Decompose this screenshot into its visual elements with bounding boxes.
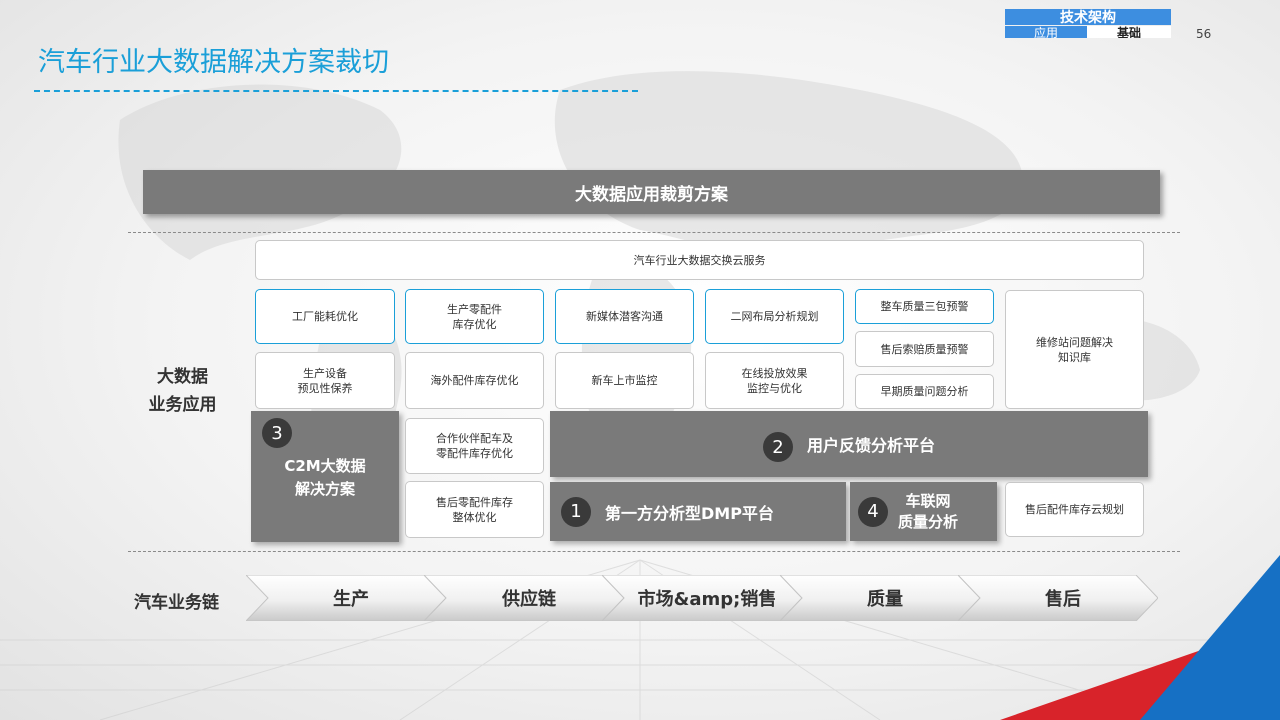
card-label: 海外配件库存优化 xyxy=(430,374,519,387)
card-warranty-warning: 整车质量三包预警 xyxy=(855,289,994,324)
card-label: 生产零配件 库存优化 xyxy=(447,302,502,331)
card-label: 在线投放效果 监控与优化 xyxy=(741,366,808,395)
card-claims-warning: 售后索赔质量预警 xyxy=(855,331,994,367)
card-aftersale-cloud: 售后配件库存云规划 xyxy=(1005,482,1144,537)
chain-step-label: 供应链 xyxy=(502,589,556,610)
business-chain-label: 汽车业务链 xyxy=(134,593,219,613)
chain-step-label: 市场&amp;销售 xyxy=(637,589,777,610)
platform-user-feedback: 2 用户反馈分析平台 xyxy=(550,411,1148,477)
card-label: 新媒体潜客沟通 xyxy=(586,310,663,323)
card-early-quality: 早期质量问题分析 xyxy=(855,374,994,409)
badge-number-2: 2 xyxy=(762,432,793,462)
card-new-car-monitor: 新车上市监控 xyxy=(555,352,694,409)
page-number: 56 xyxy=(1196,27,1212,41)
card-aftersale-parts: 售后零配件库存 整体优化 xyxy=(405,481,544,538)
card-parts-inventory: 生产零配件 库存优化 xyxy=(405,289,544,344)
subtag-foundation[interactable]: 基础 xyxy=(1088,26,1171,38)
card-new-media: 新媒体潜客沟通 xyxy=(555,289,694,344)
card-label: 售后索赔质量预警 xyxy=(880,342,969,356)
card-label: 售后零配件库存 整体优化 xyxy=(436,495,513,524)
card-label: 生产设备 预见性保养 xyxy=(297,366,353,395)
chain-step-label: 售后 xyxy=(1045,589,1081,610)
side-label-line1: 大数据 xyxy=(157,367,208,387)
card-label: 新车上市监控 xyxy=(591,374,658,387)
card-equipment-maintenance: 生产设备 预见性保养 xyxy=(255,352,395,409)
chain-step-aftersales: 售后 xyxy=(958,575,1158,621)
card-label: 维修站问题解决 知识库 xyxy=(1036,335,1113,364)
card-label: 合作伙伴配车及 零配件库存优化 xyxy=(436,432,513,460)
platform-iov-label: 车联网 质量分析 xyxy=(898,491,959,531)
card-factory-energy: 工厂能耗优化 xyxy=(255,289,395,344)
section-tag: 技术架构 xyxy=(1005,9,1171,25)
chain-step-label: 质量 xyxy=(867,589,903,610)
badge-number-1: 1 xyxy=(561,496,591,527)
big-data-apps-label: 大数据 业务应用 xyxy=(140,363,225,419)
chain-step-supply: 供应链 xyxy=(424,575,624,621)
badge-number-4: 4 xyxy=(858,496,888,527)
chain-step-label: 生产 xyxy=(333,589,369,610)
platform-iov-quality: 4 车联网 质量分析 xyxy=(850,482,997,541)
chain-step-production: 生产 xyxy=(246,575,446,621)
page-title: 汽车行业大数据解决方案裁切 xyxy=(38,47,389,78)
side-label-line2: 业务应用 xyxy=(148,395,217,415)
solution-banner: 大数据应用裁剪方案 xyxy=(143,170,1160,214)
card-partner-parts: 合作伙伴配车及 零配件库存优化 xyxy=(405,418,544,474)
card-label: 售后配件库存云规划 xyxy=(1025,503,1124,516)
card-network-layout: 二网布局分析规划 xyxy=(705,289,844,344)
cloud-service-box: 汽车行业大数据交换云服务 xyxy=(255,240,1144,280)
upper-dash-divider xyxy=(128,232,1180,233)
chain-step-quality: 质量 xyxy=(780,575,980,621)
badge-number-3: 3 xyxy=(262,418,292,448)
platform-c2m-label: C2M大数据 解决方案 xyxy=(284,457,366,498)
platform-c2m: 3 C2M大数据 解决方案 xyxy=(251,411,399,542)
platform-dmp: 1 第一方分析型DMP平台 xyxy=(550,482,846,541)
card-repair-knowledge-base: 维修站问题解决 知识库 xyxy=(1005,290,1144,409)
section-subtags: 应用 基础 xyxy=(1005,26,1171,38)
card-ad-monitor: 在线投放效果 监控与优化 xyxy=(705,352,844,409)
chain-step-marketing: 市场&amp;销售 xyxy=(602,575,802,621)
card-label: 二网布局分析规划 xyxy=(730,310,819,323)
card-label: 工厂能耗优化 xyxy=(292,310,358,323)
platform-dmp-label: 第一方分析型DMP平台 xyxy=(605,503,774,523)
card-label: 早期质量问题分析 xyxy=(880,385,969,398)
subtag-application[interactable]: 应用 xyxy=(1005,26,1088,38)
lower-dash-divider xyxy=(128,551,1180,552)
card-overseas-parts: 海外配件库存优化 xyxy=(405,352,544,409)
title-divider xyxy=(34,90,638,92)
platform-feedback-label: 用户反馈分析平台 xyxy=(806,436,935,455)
card-label: 整车质量三包预警 xyxy=(880,300,969,313)
